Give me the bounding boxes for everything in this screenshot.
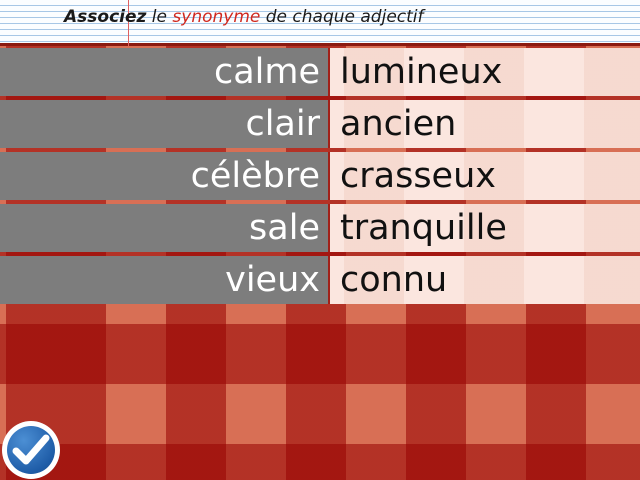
match-row: calme lumineux xyxy=(0,48,640,96)
instruction-part1: le xyxy=(146,7,173,27)
match-row: célèbre crasseux xyxy=(0,152,640,200)
instruction-bold: Associez xyxy=(64,7,147,27)
synonym-card[interactable]: connu xyxy=(330,256,640,304)
synonym-card[interactable]: crasseux xyxy=(330,152,640,200)
match-row: sale tranquille xyxy=(0,204,640,252)
instruction-highlight: synonyme xyxy=(172,7,261,27)
instruction-text: Associez le synonyme de chaque adjectif xyxy=(64,7,424,27)
adjective-label: calme xyxy=(213,52,320,92)
match-row: vieux connu xyxy=(0,256,640,304)
adjective-label: sale xyxy=(249,208,320,248)
synonym-label: lumineux xyxy=(340,52,503,92)
synonym-label: tranquille xyxy=(340,208,507,248)
adjective-cell: vieux xyxy=(0,256,328,304)
adjective-cell: clair xyxy=(0,100,328,148)
synonym-card[interactable]: tranquille xyxy=(330,204,640,252)
synonym-label: ancien xyxy=(340,104,457,144)
synonym-card[interactable]: lumineux xyxy=(330,48,640,96)
adjective-cell: célèbre xyxy=(0,152,328,200)
synonym-label: connu xyxy=(340,260,448,300)
synonym-label: crasseux xyxy=(340,156,496,196)
instruction-part2: de chaque adjectif xyxy=(260,7,424,27)
checkmark-icon xyxy=(12,434,50,465)
adjective-label: célèbre xyxy=(190,156,320,196)
validate-button[interactable] xyxy=(2,421,60,479)
instruction-header: Associez le synonyme de chaque adjectif xyxy=(0,0,640,46)
adjective-label: clair xyxy=(245,104,320,144)
adjective-label: vieux xyxy=(225,260,320,300)
adjective-cell: sale xyxy=(0,204,328,252)
synonym-card[interactable]: ancien xyxy=(330,100,640,148)
adjective-cell: calme xyxy=(0,48,328,96)
match-row: clair ancien xyxy=(0,100,640,148)
